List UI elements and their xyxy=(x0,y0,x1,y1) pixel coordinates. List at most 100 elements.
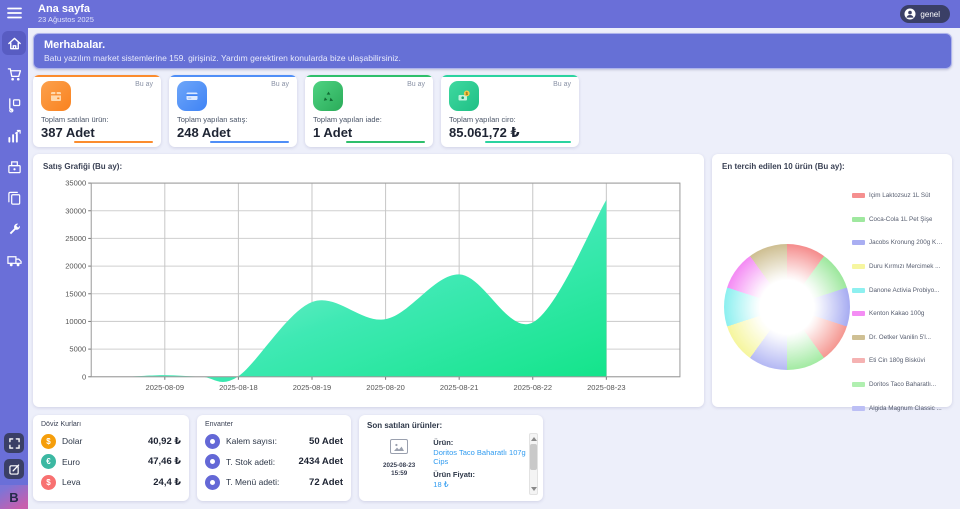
inventory-row: Kalem sayısı: 50 Adet xyxy=(205,434,343,449)
legend-item[interactable]: Kenton Kakao 100g xyxy=(852,302,944,326)
currency-name: Leva xyxy=(62,477,80,487)
inventory-row: T. Menü adeti: 72 Adet xyxy=(205,475,343,490)
legend-label: Danone Activia Probiyo... xyxy=(869,287,939,294)
hamburger-menu-icon[interactable] xyxy=(7,7,22,19)
legend-label: Coca-Cola 1L Pet Şişe xyxy=(869,216,932,223)
user-menu-button[interactable]: genel xyxy=(900,5,950,23)
stat-value: 248 Adet xyxy=(177,125,289,140)
last-sold-item: 2025-08-23 15:59 Ürün: Doritos Taco Baha… xyxy=(367,437,535,493)
user-name: genel xyxy=(920,10,940,19)
legend-item[interactable]: Duru Kırmızı Mercimek ... xyxy=(852,255,944,279)
legend-item[interactable]: Eti Cin 180g Bisküvi xyxy=(852,349,944,373)
period-badge: Bu ay xyxy=(271,81,289,88)
last-sold-card: Son satılan ürünler: 2025-08-23 15:59 Ür… xyxy=(359,415,543,501)
wrench-icon xyxy=(7,222,22,237)
stat-value: 85.061,72 ₺ xyxy=(449,125,571,141)
sidebar-item-returns[interactable] xyxy=(2,93,26,117)
currency-row-euro: € Euro 47,46 ₺ xyxy=(41,454,181,469)
legend-swatch xyxy=(852,358,865,363)
sidebar-item-statistics[interactable] xyxy=(2,124,26,148)
currency-value: 47,46 ₺ xyxy=(148,456,181,467)
top-header: Ana sayfa 23 Ağustos 2025 genel xyxy=(28,0,960,28)
inventory-value: 2434 Adet xyxy=(298,456,343,467)
scroll-up-icon[interactable] xyxy=(531,437,537,441)
svg-text:20000: 20000 xyxy=(65,262,86,271)
leva-icon: $ xyxy=(41,475,56,490)
credit-card-icon xyxy=(177,81,207,111)
top-products-card: En tercih edilen 10 ürün (Bu ay): İçim L… xyxy=(712,154,952,407)
app-logo[interactable]: B xyxy=(0,485,28,509)
stat-label: Toplam yapılan satış: xyxy=(177,115,289,124)
legend-item[interactable]: Doritos Taco Baharatlı... xyxy=(852,373,944,397)
legend-item[interactable]: İçim Laktozsuz 1L Süt xyxy=(852,184,944,208)
currency-value: 24,4 ₺ xyxy=(153,477,181,488)
sidebar-item-suppliers[interactable] xyxy=(2,248,26,272)
scrollbar-thumb[interactable] xyxy=(530,444,537,470)
svg-text:2025-08-21: 2025-08-21 xyxy=(440,383,479,392)
currency-name: Dolar xyxy=(62,436,82,446)
avatar-icon xyxy=(904,8,916,20)
edit-icon xyxy=(9,464,20,475)
truck-icon xyxy=(7,253,22,268)
svg-text:15000: 15000 xyxy=(65,289,86,298)
legend-item[interactable]: Algida Magnum Classic ... xyxy=(852,396,944,420)
welcome-banner: Merhabalar. Batu yazılım market sistemle… xyxy=(33,33,952,69)
legend-swatch xyxy=(852,240,865,245)
edit-button[interactable] xyxy=(4,459,24,479)
recycle-icon xyxy=(313,81,343,111)
sidebar-item-settings[interactable] xyxy=(2,217,26,241)
legend-swatch xyxy=(852,406,865,411)
stat-label: Toplam yapılan iade: xyxy=(313,115,425,124)
sidebar-item-sales[interactable] xyxy=(2,62,26,86)
bullet-icon xyxy=(205,475,220,490)
legend-label: İçim Laktozsuz 1L Süt xyxy=(869,192,930,199)
sidebar-bottom: B xyxy=(0,433,28,509)
sidebar-item-home[interactable] xyxy=(2,31,26,55)
sales-area-chart[interactable]: 050001000015000200002500030000350002025-… xyxy=(43,173,694,403)
svg-text:2025-08-23: 2025-08-23 xyxy=(587,383,626,392)
stat-card-returns: Bu ay Toplam yapılan iade: 1 Adet xyxy=(305,75,433,147)
legend-swatch xyxy=(852,288,865,293)
sales-chart-title: Satış Grafiği (Bu ay): xyxy=(43,162,694,171)
fullscreen-button[interactable] xyxy=(4,433,24,453)
bullet-icon xyxy=(205,454,220,469)
welcome-subtitle: Batu yazılım market sistemlerine 159. gi… xyxy=(44,53,941,63)
currency-value: 40,92 ₺ xyxy=(148,436,181,447)
legend-item[interactable]: Jacobs Kronung 200g Ka... xyxy=(852,231,944,255)
legend-item[interactable]: Danone Activia Probiyo... xyxy=(852,278,944,302)
legend-label: Dr. Oetker Vanilin 5'l... xyxy=(869,334,931,341)
stat-card-sold-products: Bu ay Toplam satılan ürün: 387 Adet xyxy=(33,75,161,147)
svg-text:35000: 35000 xyxy=(65,179,86,188)
svg-text:2025-08-19: 2025-08-19 xyxy=(293,383,332,392)
bullet-icon xyxy=(205,434,220,449)
legend-swatch xyxy=(852,217,865,222)
stat-card-revenue: $ Bu ay Toplam yapılan ciro: 85.061,72 ₺ xyxy=(441,75,579,147)
main-content: Ana sayfa 23 Ağustos 2025 genel Merhabal… xyxy=(28,0,960,509)
scroll-down-icon[interactable] xyxy=(531,487,537,491)
top-products-doughnut-chart[interactable] xyxy=(724,244,850,370)
sidebar-item-documents[interactable] xyxy=(2,186,26,210)
legend-swatch xyxy=(852,335,865,340)
currency-row-leva: $ Leva 24,4 ₺ xyxy=(41,475,181,490)
stat-label: Toplam satılan ürün: xyxy=(41,115,153,124)
inventory-card: Envanter Kalem sayısı: 50 Adet T. Stok a… xyxy=(197,415,351,501)
svg-text:$: $ xyxy=(466,91,469,96)
svg-text:2025-08-09: 2025-08-09 xyxy=(146,383,185,392)
legend-label: Jacobs Kronung 200g Ka... xyxy=(869,239,944,246)
svg-text:5000: 5000 xyxy=(69,345,86,354)
scrollbar[interactable] xyxy=(529,433,538,495)
legend-item[interactable]: Dr. Oetker Vanilin 5'l... xyxy=(852,326,944,350)
sidebar-item-register[interactable] xyxy=(2,155,26,179)
sold-date: 2025-08-23 xyxy=(375,462,423,470)
legend-item[interactable]: Coca-Cola 1L Pet Şişe xyxy=(852,208,944,232)
bar-chart-icon xyxy=(7,129,22,144)
euro-icon: € xyxy=(41,454,56,469)
inventory-label: T. Stok adeti: xyxy=(226,457,275,467)
stat-label: Toplam yapılan ciro: xyxy=(449,115,571,124)
sidebar: B xyxy=(0,0,28,509)
legend-swatch xyxy=(852,382,865,387)
fullscreen-icon xyxy=(9,438,20,449)
copy-icon xyxy=(7,191,22,206)
product-link[interactable]: Doritos Taco Baharatlı 107g Cips xyxy=(433,448,535,466)
svg-text:0: 0 xyxy=(82,372,86,381)
